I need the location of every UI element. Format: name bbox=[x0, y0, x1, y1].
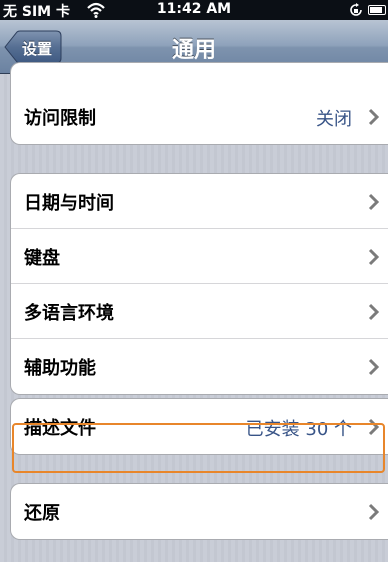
table-row[interactable]: 访问限制 关闭 bbox=[11, 89, 388, 144]
chevron-right-icon bbox=[368, 248, 380, 266]
row-label: 描述文件 bbox=[24, 418, 96, 439]
chevron-right-icon bbox=[368, 418, 380, 436]
row-label: 辅助功能 bbox=[24, 358, 96, 379]
table-row[interactable]: 还原 bbox=[11, 484, 388, 539]
row-label: 键盘 bbox=[24, 248, 60, 269]
row-value: 关闭 bbox=[316, 109, 352, 130]
table-row[interactable]: 描述文件 已安装 30 个 bbox=[11, 399, 388, 454]
row-label: 多语言环境 bbox=[24, 303, 114, 324]
row-label: 日期与时间 bbox=[24, 193, 114, 214]
table-row[interactable]: 键盘 bbox=[11, 229, 388, 284]
chevron-right-icon bbox=[368, 358, 380, 376]
chevron-right-icon bbox=[368, 503, 380, 521]
status-bar: 无 SIM 卡 11:42 AM bbox=[0, 0, 388, 20]
table-group: 描述文件 已安装 30 个 bbox=[10, 398, 388, 455]
row-value: 已安装 30 个 bbox=[245, 419, 352, 440]
table-group: 访问限制 关闭 bbox=[10, 62, 388, 145]
chevron-right-icon bbox=[368, 108, 380, 126]
row-label: 还原 bbox=[24, 503, 60, 524]
chevron-right-icon bbox=[368, 193, 380, 211]
table-row[interactable]: 多语言环境 bbox=[11, 284, 388, 339]
table-group: 还原 bbox=[10, 483, 388, 540]
chevron-right-icon bbox=[368, 303, 380, 321]
page-title: 通用 bbox=[171, 38, 216, 63]
table-row[interactable]: 辅助功能 bbox=[11, 339, 388, 394]
table-row[interactable]: 日期与时间 bbox=[11, 174, 388, 229]
clock: 11:42 AM bbox=[156, 1, 232, 17]
rotation-lock-icon bbox=[350, 3, 362, 16]
row-label: 访问限制 bbox=[24, 108, 96, 129]
table-group: 日期与时间键盘多语言环境辅助功能 bbox=[10, 173, 388, 395]
battery-icon bbox=[368, 5, 386, 15]
